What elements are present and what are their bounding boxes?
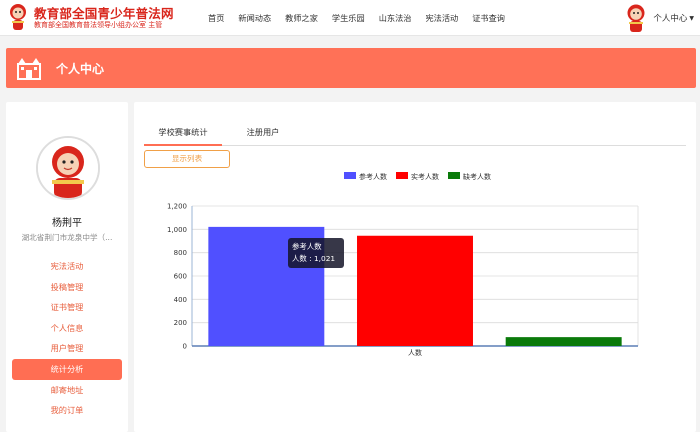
bar-chart: 参考人数 实考人数 缺考人数 0 200 400 600 800 1,000 1,200 人数	[167, 172, 639, 357]
legend-swatch	[448, 172, 460, 179]
tab-bar: 学校赛事统计 注册用户	[144, 124, 686, 146]
y-tick-label: 800	[174, 249, 187, 257]
main-nav: 首页 新闻动态 教师之家 学生乐园 山东法治 宪法活动 证书查询	[200, 0, 512, 36]
y-tick-label: 0	[183, 343, 187, 351]
y-tick-label: 1,000	[167, 226, 187, 234]
tab-registered-users[interactable]: 注册用户	[224, 124, 302, 146]
sidebar-item-certificates[interactable]: 证书管理	[12, 297, 122, 318]
site-subtitle: 教育部全国教育普法领导小组办公室 主管	[34, 21, 163, 29]
sidebar-item-constitution[interactable]: 宪法活动	[12, 256, 122, 277]
user-mascot-icon	[627, 4, 645, 32]
bar	[357, 235, 473, 346]
legend-label: 缺考人数	[463, 172, 491, 181]
nav-news[interactable]: 新闻动态	[238, 12, 271, 24]
tooltip-title: 参考人数	[292, 242, 322, 251]
legend-swatch	[344, 172, 356, 179]
profile-name: 杨荆平	[52, 218, 82, 229]
banner-title: 个人中心	[56, 62, 105, 76]
caret-down-icon: ▼	[689, 14, 694, 22]
mascot-icon	[10, 4, 26, 30]
sidebar-item-users[interactable]: 用户管理	[12, 338, 122, 359]
nav-constitution[interactable]: 宪法活动	[425, 12, 458, 24]
nav-shandong[interactable]: 山东法治	[379, 12, 412, 24]
avatar-mascot-icon	[38, 138, 98, 198]
sidebar: 杨荆平 湖北省荆门市龙泉中学（... 宪法活动 投稿管理 证书管理 个人信息 用…	[6, 102, 128, 432]
legend-label: 实考人数	[411, 172, 439, 181]
nav-home[interactable]: 首页	[208, 12, 224, 24]
y-tick-label: 1,200	[167, 203, 187, 211]
sidebar-item-profile[interactable]: 个人信息	[12, 318, 122, 339]
profile-school: 湖北省荆门市龙泉中学（...	[21, 233, 113, 242]
y-tick-label: 200	[174, 319, 187, 327]
sidebar-item-orders[interactable]: 我的订单	[12, 400, 122, 421]
sidebar-item-address[interactable]: 邮寄地址	[12, 380, 122, 401]
nav-certificate[interactable]: 证书查询	[472, 12, 505, 24]
page-banner: 个人中心	[6, 48, 696, 88]
site-logo[interactable]: 教育部全国青少年普法网 教育部全国教育普法领导小组办公室 主管	[6, 2, 196, 34]
sidebar-item-statistics[interactable]: 统计分析	[12, 358, 122, 380]
avatar	[36, 136, 100, 200]
bar	[505, 337, 622, 346]
main-panel: 学校赛事统计 注册用户 显示列表 参考人数 实考人数 缺考人数 0 200 400 600 8…	[134, 102, 696, 432]
legend-swatch	[396, 172, 408, 179]
castle-icon	[17, 58, 41, 80]
nav-students[interactable]: 学生乐园	[332, 12, 365, 24]
y-tick-label: 400	[174, 296, 187, 304]
legend-label: 参考人数	[359, 172, 387, 181]
top-header: 教育部全国青少年普法网 教育部全国教育普法领导小组办公室 主管 首页 新闻动态 …	[0, 0, 700, 36]
user-menu[interactable]: 个人中心 ▼	[623, 2, 694, 34]
tooltip-text: 人数 : 1,021	[292, 254, 336, 263]
sidebar-item-submissions[interactable]: 投稿管理	[12, 277, 122, 298]
chart-tooltip: 参考人数 人数 : 1,021	[288, 238, 344, 268]
x-category-label: 人数	[408, 348, 422, 357]
tab-school-stats[interactable]: 学校赛事统计	[144, 124, 222, 146]
nav-teachers[interactable]: 教师之家	[285, 12, 318, 24]
y-tick-label: 600	[174, 273, 187, 281]
user-name: 个人中心	[653, 14, 688, 24]
sidebar-menu: 宪法活动 投稿管理 证书管理 个人信息 用户管理 统计分析 邮寄地址 我的订单	[12, 256, 122, 421]
